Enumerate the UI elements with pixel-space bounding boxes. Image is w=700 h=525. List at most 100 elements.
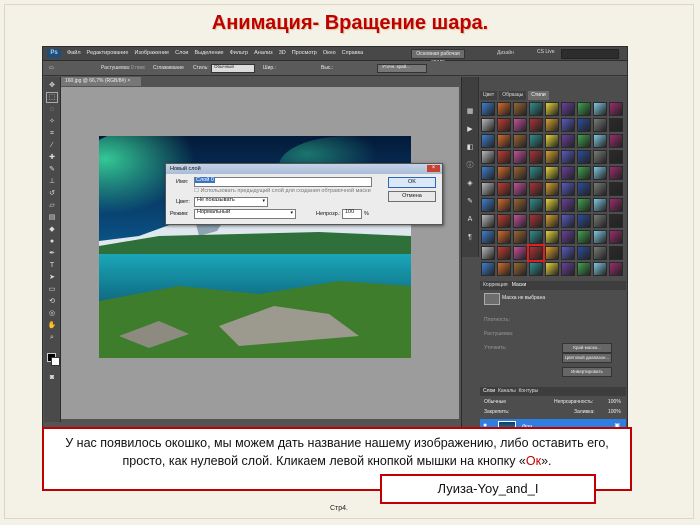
fill-value[interactable]: 100%: [608, 409, 621, 415]
antialias-checkbox[interactable]: Сглаживание: [153, 65, 184, 71]
crop-tool-icon[interactable]: ⌗: [47, 129, 57, 138]
type-tool-icon[interactable]: T: [47, 261, 57, 270]
style-swatch[interactable]: [609, 134, 623, 148]
style-swatch[interactable]: [561, 198, 575, 212]
style-swatch[interactable]: [529, 198, 543, 212]
style-swatch[interactable]: [561, 118, 575, 132]
character-panel-icon[interactable]: A: [465, 215, 475, 224]
style-swatch[interactable]: [529, 262, 543, 276]
menu-file[interactable]: Файл: [67, 50, 81, 56]
hand-tool-icon[interactable]: ✋: [47, 321, 57, 330]
pen-tool-icon[interactable]: ✒: [47, 249, 57, 258]
3d-orbit-icon[interactable]: ◎: [47, 309, 57, 318]
style-swatch[interactable]: [481, 246, 495, 260]
style-swatch[interactable]: [513, 150, 527, 164]
mode-select[interactable]: Нормальный ▾: [194, 209, 296, 219]
style-swatch[interactable]: [561, 150, 575, 164]
cancel-button[interactable]: Отмена: [388, 191, 436, 202]
menu-window[interactable]: Окно: [323, 50, 336, 56]
style-swatch[interactable]: [545, 150, 559, 164]
style-swatch[interactable]: [609, 214, 623, 228]
style-swatch[interactable]: [513, 166, 527, 180]
style-swatch[interactable]: [545, 118, 559, 132]
style-swatch[interactable]: [593, 182, 607, 196]
style-swatch[interactable]: [481, 214, 495, 228]
background-color-swatch[interactable]: [51, 357, 60, 366]
mask-edge-button[interactable]: Край маски...: [562, 343, 612, 353]
style-swatch[interactable]: [497, 198, 511, 212]
eyedropper-icon[interactable]: ⁄: [47, 141, 57, 150]
workspace-button[interactable]: Основная рабочая среда: [411, 49, 465, 65]
style-swatch[interactable]: [593, 166, 607, 180]
style-swatch[interactable]: [561, 214, 575, 228]
brushes-panel-icon[interactable]: ✎: [465, 197, 475, 206]
blend-mode-select[interactable]: Обычные: [484, 399, 506, 405]
paragraph-panel-icon[interactable]: ¶: [465, 233, 475, 242]
feather-value[interactable]: 0 пикс: [131, 65, 145, 71]
shape-tool-icon[interactable]: ▭: [47, 285, 57, 294]
tab-paths[interactable]: Контуры: [518, 388, 538, 394]
style-swatch[interactable]: [497, 182, 511, 196]
style-swatch[interactable]: [481, 198, 495, 212]
style-swatch[interactable]: [593, 118, 607, 132]
style-swatch[interactable]: [481, 166, 495, 180]
style-swatch[interactable]: [497, 102, 511, 116]
zoom-tool-icon[interactable]: ⌕: [47, 333, 57, 342]
style-swatch[interactable]: [481, 230, 495, 244]
style-swatch[interactable]: [561, 230, 575, 244]
tab-swatches[interactable]: Образцы: [499, 91, 527, 100]
actions-panel-icon[interactable]: ▶: [465, 125, 475, 134]
clone-stamp-icon[interactable]: ⊥: [47, 177, 57, 186]
style-swatch[interactable]: [513, 134, 527, 148]
style-swatch[interactable]: [497, 214, 511, 228]
style-swatch[interactable]: [577, 118, 591, 132]
history-brush-icon[interactable]: ↺: [47, 189, 57, 198]
menu-3d[interactable]: 3D: [279, 50, 286, 56]
style-swatch[interactable]: [609, 230, 623, 244]
style-swatch[interactable]: [609, 150, 623, 164]
style-swatch[interactable]: [497, 150, 511, 164]
style-swatch[interactable]: [481, 102, 495, 116]
style-swatch[interactable]: [593, 214, 607, 228]
style-swatch[interactable]: [513, 214, 527, 228]
layer-opacity-value[interactable]: 100%: [608, 399, 621, 405]
path-select-icon[interactable]: ➤: [47, 273, 57, 282]
tab-adjustments[interactable]: Коррекция: [483, 282, 508, 288]
style-swatch[interactable]: [577, 102, 591, 116]
gradient-icon[interactable]: ▤: [47, 213, 57, 222]
style-swatch[interactable]: [497, 134, 511, 148]
style-swatch[interactable]: [577, 182, 591, 196]
style-swatch[interactable]: [481, 134, 495, 148]
tab-masks[interactable]: Маски: [512, 282, 526, 288]
style-swatch[interactable]: [545, 182, 559, 196]
style-swatch[interactable]: [593, 262, 607, 276]
style-swatch[interactable]: [561, 134, 575, 148]
brush-tool-icon[interactable]: ✎: [47, 165, 57, 174]
clip-mask-checkbox[interactable]: ☐ Использовать предыдущий слой для созда…: [194, 188, 371, 194]
style-swatch[interactable]: [513, 262, 527, 276]
style-swatch[interactable]: [609, 182, 623, 196]
design-link[interactable]: Дизайн: [497, 50, 514, 56]
dialog-close-icon[interactable]: ×: [427, 165, 440, 172]
style-swatch[interactable]: [593, 134, 607, 148]
style-swatch[interactable]: [561, 182, 575, 196]
style-swatch[interactable]: [545, 134, 559, 148]
style-swatch[interactable]: [545, 230, 559, 244]
style-swatch[interactable]: [481, 182, 495, 196]
style-swatch[interactable]: [545, 262, 559, 276]
style-swatch[interactable]: [593, 230, 607, 244]
healing-brush-icon[interactable]: ✚: [47, 153, 57, 162]
style-swatch[interactable]: [577, 214, 591, 228]
style-swatch[interactable]: [593, 102, 607, 116]
style-swatch[interactable]: [481, 262, 495, 276]
style-swatch[interactable]: [497, 118, 511, 132]
menu-edit[interactable]: Редактирование: [87, 50, 129, 56]
menu-layer[interactable]: Слои: [175, 50, 188, 56]
style-select[interactable]: Обычный: [211, 64, 255, 73]
tab-layers[interactable]: Слои: [483, 388, 495, 394]
style-swatch[interactable]: [545, 214, 559, 228]
style-swatch[interactable]: [593, 198, 607, 212]
3d-panel-icon[interactable]: ◈: [465, 179, 475, 188]
menu-help[interactable]: Справка: [342, 50, 364, 56]
style-swatch[interactable]: [513, 182, 527, 196]
